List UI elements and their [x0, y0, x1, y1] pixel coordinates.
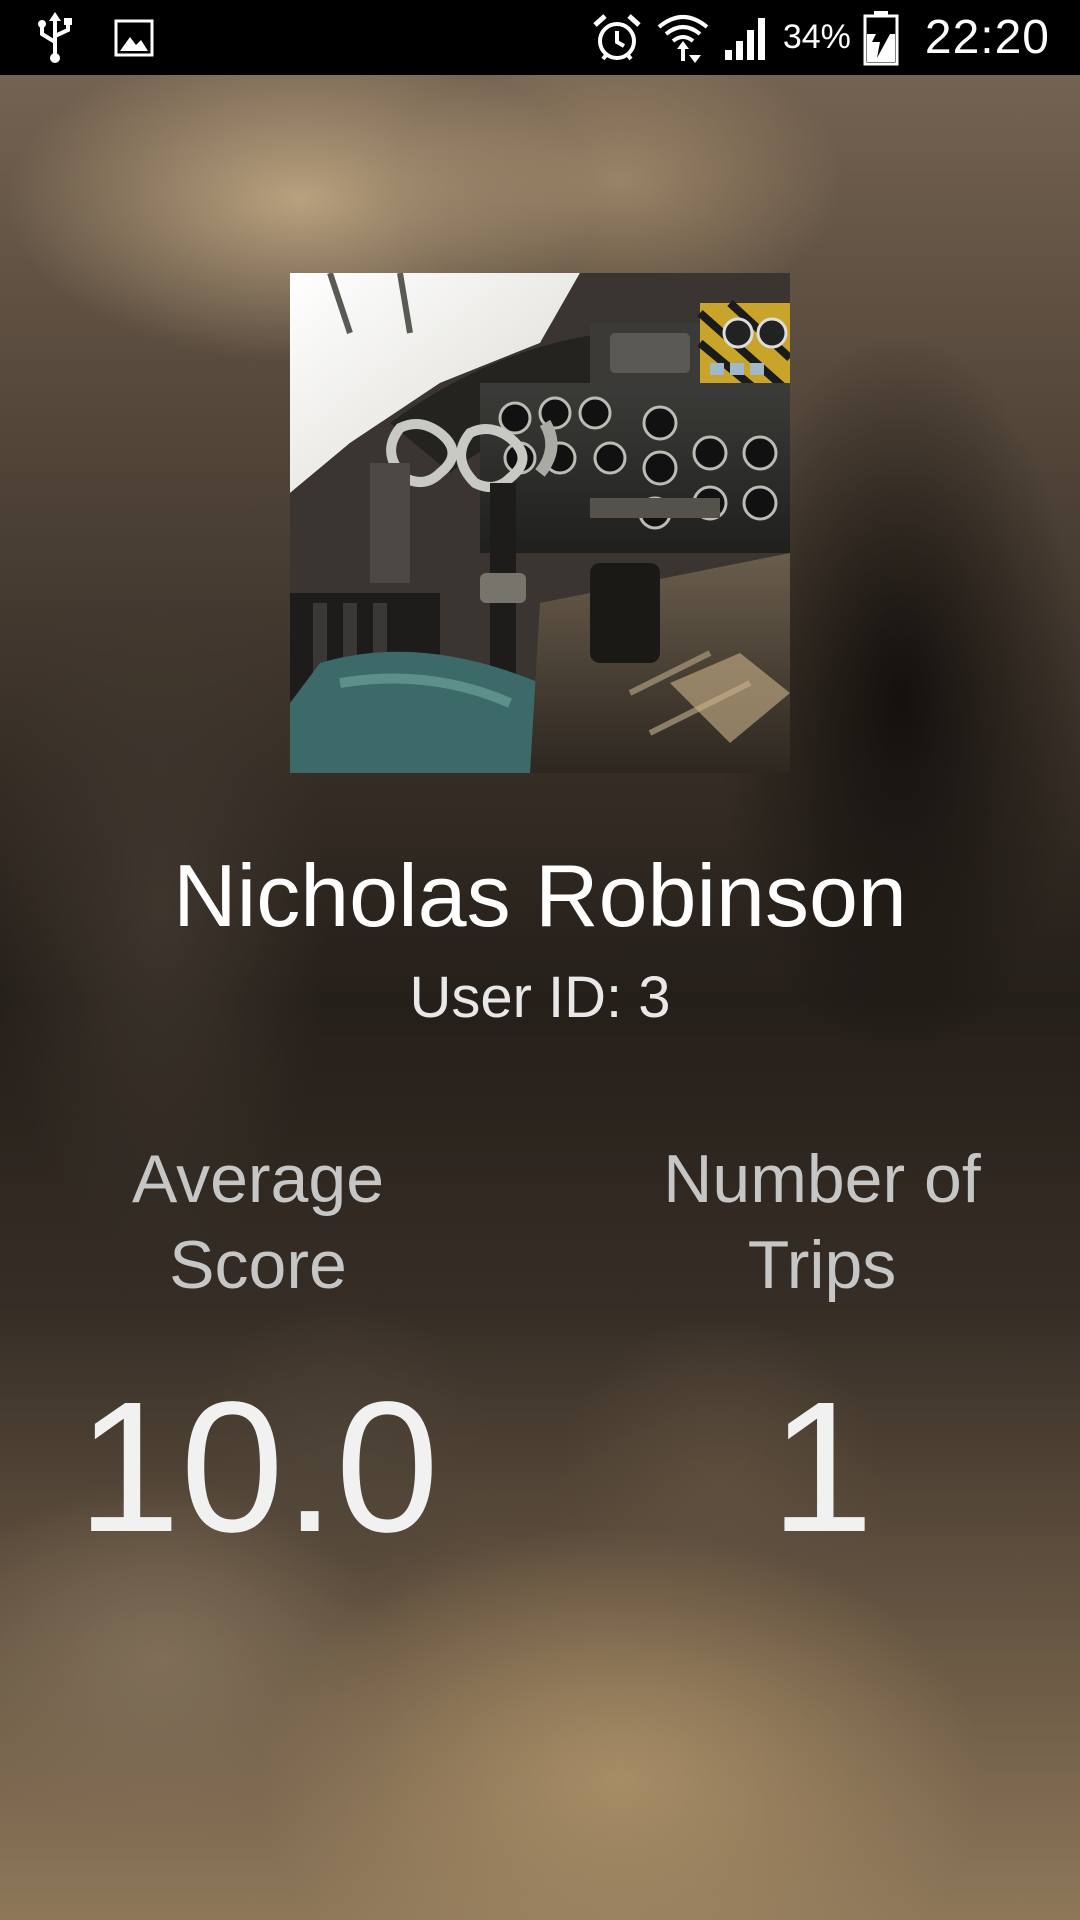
battery-percent: 34% [782, 18, 851, 56]
number-of-trips-value: 1 [770, 1364, 874, 1571]
cockpit-photo-illustration [290, 273, 790, 773]
number-of-trips-label-line2: Trips [747, 1227, 897, 1303]
status-bar: 34% 22:20 [0, 0, 1080, 75]
battery-charging-icon [863, 10, 899, 66]
average-score-label: Average Score [48, 1136, 468, 1308]
usb-icon [36, 12, 74, 64]
average-score-value: 10.0 [76, 1364, 439, 1571]
signal-icon [723, 14, 769, 62]
profile-photo[interactable] [290, 273, 790, 773]
average-score-label-line2: Score [169, 1227, 347, 1303]
number-of-trips-label-line1: Number of [663, 1141, 981, 1217]
average-score-label-line1: Average [131, 1141, 385, 1217]
wifi-icon [655, 11, 711, 65]
user-id: User ID: 3 [409, 965, 671, 1030]
number-of-trips-label: Number of Trips [612, 1136, 1032, 1308]
clock: 22:20 [924, 11, 1050, 64]
alarm-icon [591, 13, 643, 63]
image-icon [114, 19, 154, 57]
user-name: Nicholas Robinson [173, 846, 907, 945]
profile-screen: 34% 22:20 Nicholas Robinson User ID: 3 A… [0, 0, 1080, 1920]
